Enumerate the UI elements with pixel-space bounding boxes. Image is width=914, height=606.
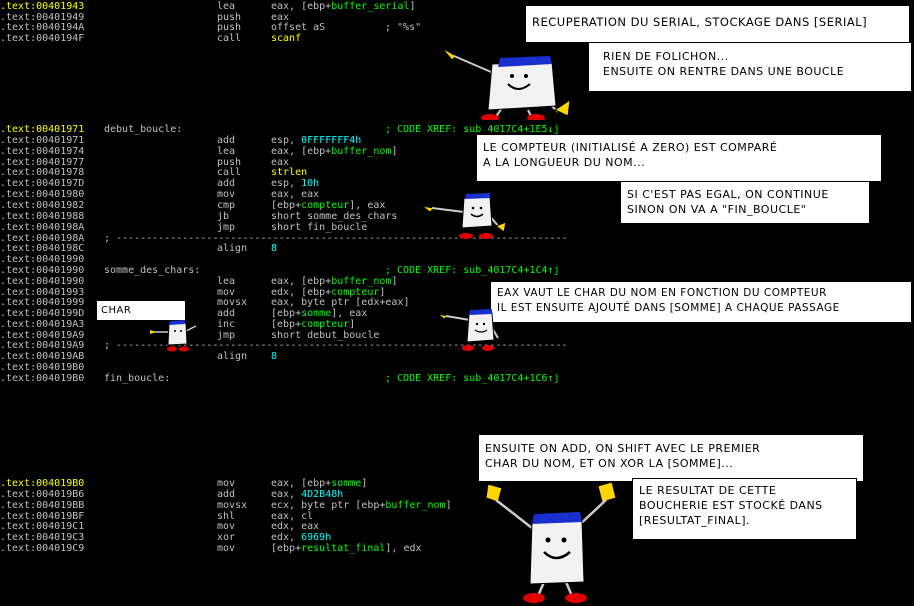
operands: esp, 10h [271,178,320,189]
address: .text:00401990 [0,254,85,265]
address: .text:004019C9 [0,543,85,554]
address: .text:00401980 [0,189,85,200]
address: .text:004019A9 [0,340,85,351]
code-label[interactable]: debut_boucle: [104,124,182,135]
mnemonic: align [217,243,248,254]
operands: scanf [271,33,302,44]
mnemonic: push [217,22,242,33]
address: .text:0040198A [0,222,85,233]
mnemonic: mov [217,543,236,554]
bubble-add-shift-xor: ENSUITE ON ADD, ON SHIFT AVEC LE PREMIER… [478,434,864,482]
operands: [ebp+somme], eax [271,308,368,319]
operands: edx, eax [271,521,320,532]
operands: 8 [271,351,278,362]
mascot-celebrating [485,482,617,603]
disasm-line[interactable]: .text:004019B0 fin_boucle: ; CODE XREF: su… [0,373,914,384]
address: .text:0040197D [0,178,85,189]
bubble-branch-explanation: SI C'EST PAS EGAL, ON CONTINUE SINON ON … [620,181,870,224]
mnemonic: lea [217,146,236,157]
address: .text:0040198C [0,243,85,254]
disasm-line[interactable]: .text:00401990 somme_des_chars: ; CODE XRE… [0,265,914,276]
mnemonic: mov [217,478,236,489]
comment: ; CODE XREF: sub_4017C4+1C4↑j [385,265,560,276]
mnemonic: add [217,308,236,319]
address: .text:00401999 [0,297,85,308]
address: .text:004019B6 [0,489,85,500]
address: .text:004019C3 [0,532,85,543]
mnemonic: add [217,489,236,500]
operands: eax, [ebp+buffer_nom] [271,146,398,157]
mnemonic: call [217,167,242,178]
address: .text:004019B0 [0,478,85,489]
operands: eax, [ebp+somme] [271,478,368,489]
mnemonic: call [217,33,242,44]
mnemonic: mov [217,189,236,200]
operands: eax, 4D2B48h [271,489,344,500]
address: .text:004019BB [0,500,85,511]
mnemonic: mov [217,521,236,532]
mascot-pointing-compare [421,193,507,239]
operands: offset aS [271,22,326,33]
bubble-loop-intro: RIEN DE FOLICHON... ENSUITE ON RENTRE DA… [588,42,912,92]
mnemonic: movsx [217,297,248,308]
disasm-line[interactable]: .text:00401990 [0,254,914,265]
mnemonic: jmp [217,222,236,233]
operands: short somme_des_chars [271,211,398,222]
mascot-next-char [150,320,197,352]
operands: esp, 0FFFFFFF4h [271,135,362,146]
operands: eax, byte ptr [edx+eax] [271,297,410,308]
address: .text:00401990 [0,276,85,287]
mnemonic: lea [217,1,236,12]
operands: eax, eax [271,189,320,200]
disasm-line[interactable]: .text:004019AB align 8 [0,351,914,362]
operands: strlen [271,167,308,178]
code-label[interactable]: fin_boucle: [104,373,170,384]
address: .text:00401971 [0,135,85,146]
address: .text:00401971 [0,124,85,135]
bubble-eax-char: EAX VAUT LE CHAR DU NOM EN FONCTION DU C… [490,281,912,323]
disasm-line[interactable]: .text:004019C9 mov [ebp+resultat_final], e… [0,543,914,554]
mascot-pointing-eax [437,309,499,351]
address: .text:00401978 [0,167,85,178]
address: .text:00401988 [0,211,85,222]
address: .text:004019AB [0,351,85,362]
comment: ; CODE XREF: sub_4017C4+1C6↑j [385,373,560,384]
mnemonic: jb [217,211,230,222]
address: .text:00401974 [0,146,85,157]
bubble-result-stored: LE RESULTAT DE CETTE BOUCHERIE EST STOCK… [632,478,857,540]
operands: eax, [ebp+buffer_nom] [271,276,398,287]
operands: short fin_boucle [271,222,368,233]
operands: ecx, byte ptr [ebp+buffer_nom] [271,500,452,511]
operands: [ebp+resultat_final], edx [271,543,422,554]
disasm-line[interactable]: .text:004019B0 [0,362,914,373]
address: .text:004019A3 [0,319,85,330]
disasm-line[interactable]: .text:0040198C align 8 [0,243,914,254]
address: .text:0040194A [0,22,85,33]
operands: 8 [271,243,278,254]
address: .text:0040194F [0,33,85,44]
comment: ; "%s" [385,22,422,33]
mnemonic: add [217,178,236,189]
mnemonic: movsx [217,500,248,511]
operands: [ebp+compteur] [271,319,356,330]
bubble-counter-compare: LE COMPTEUR (INITIALISÉ A ZERO) EST COMP… [476,134,882,182]
operands: edx, 6969h [271,532,332,543]
address: .text:004019C1 [0,521,85,532]
mnemonic: align [217,351,248,362]
address: .text:00401943 [0,1,85,12]
operands: [ebp+compteur], eax [271,200,386,211]
mnemonic: inc [217,319,236,330]
mnemonic: add [217,135,236,146]
mnemonic: xor [217,532,236,543]
address: .text:0040199D [0,308,85,319]
code-label[interactable]: somme_des_chars: [104,265,200,276]
mnemonic: lea [217,276,236,287]
address: .text:00401982 [0,200,85,211]
address: .text:004019B0 [0,362,85,373]
mnemonic: cmp [217,200,236,211]
address: .text:004019B0 [0,373,85,384]
operands: eax, [ebp+buffer_serial] [271,1,416,12]
mascot-pointing-top [441,47,571,120]
address: .text:00401990 [0,265,85,276]
